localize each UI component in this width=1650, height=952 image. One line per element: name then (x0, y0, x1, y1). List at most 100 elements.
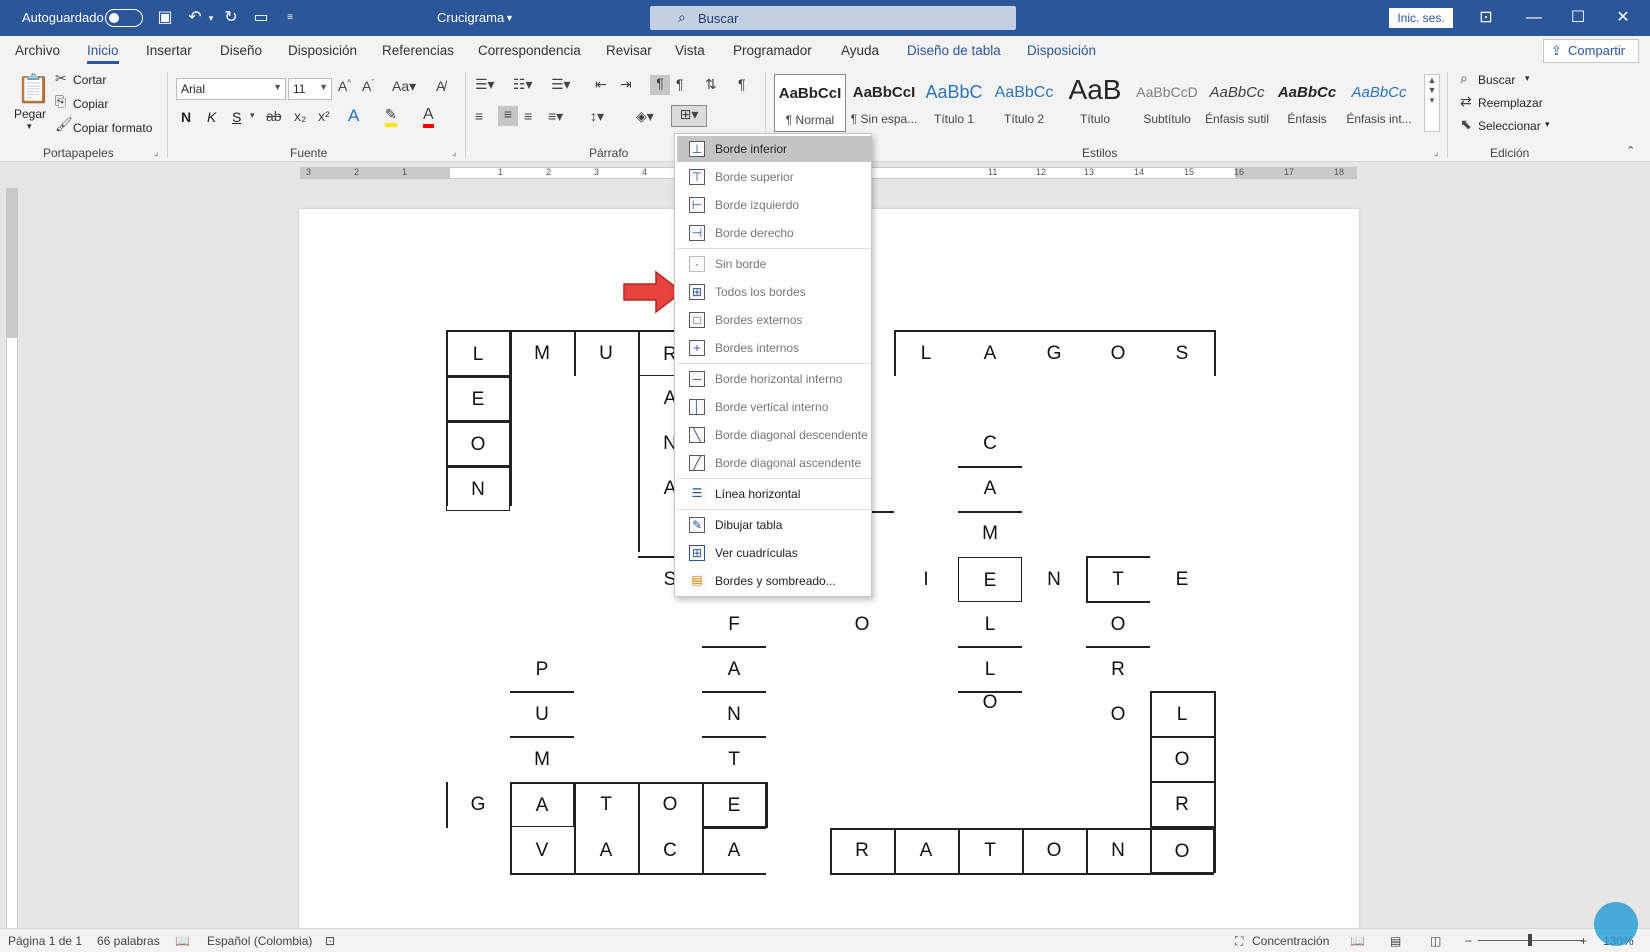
style-subtle-emphasis[interactable]: AaBbCc Énfasis sutil (1201, 74, 1273, 132)
format-painter-icon[interactable]: 🖌 (55, 116, 73, 133)
crossword-cell[interactable]: A (894, 828, 958, 873)
vertical-ruler[interactable] (6, 188, 18, 928)
crossword-cell[interactable]: P (510, 647, 574, 692)
menu-item-top-border[interactable]: ⊤ Borde superior (677, 164, 871, 190)
menu-item-bottom-border[interactable]: ⊥ Borde inferior (677, 136, 871, 162)
font-launcher-icon[interactable]: ⌟ (452, 147, 456, 158)
minimize-icon[interactable]: — (1523, 7, 1545, 29)
crossword-cell[interactable]: O (446, 421, 510, 466)
crossword-cell[interactable]: T (958, 828, 1022, 873)
crossword-cell[interactable]: M (510, 331, 574, 376)
text-effects-icon[interactable]: A (348, 106, 359, 126)
crossword-cell[interactable]: A (702, 647, 766, 692)
customize-qat-icon[interactable]: ≡ (279, 7, 301, 29)
tab-referencias[interactable]: Referencias (382, 43, 454, 58)
autosave-toggle[interactable] (105, 9, 143, 27)
ltr-icon[interactable]: ¶ (650, 75, 670, 95)
crossword-cell[interactable]: O (1150, 737, 1214, 782)
bold-button[interactable]: N (181, 109, 191, 125)
menu-item-inside-horizontal[interactable]: ─ Borde horizontal interno (677, 366, 871, 392)
crossword-cell[interactable]: O (1022, 828, 1086, 873)
menu-item-diagonal-up[interactable]: ╱ Borde diagonal ascendente (677, 450, 871, 476)
line-spacing-icon[interactable]: ↕▾ (590, 108, 604, 125)
maximize-icon[interactable]: ☐ (1567, 7, 1589, 29)
tab-revisar[interactable]: Revisar (606, 43, 652, 58)
ribbon-display-icon[interactable]: ⊡ (1475, 7, 1497, 29)
replace-button[interactable]: Reemplazar (1478, 96, 1543, 110)
sort-icon[interactable]: ⇅ (705, 76, 717, 93)
focus-icon[interactable]: ⛶ (1235, 934, 1243, 949)
crossword-cell[interactable]: I (894, 557, 958, 602)
tab-ayuda[interactable]: Ayuda (841, 43, 879, 58)
crossword-cell[interactable]: M (510, 737, 574, 782)
copy-icon[interactable]: ⎘ (55, 93, 66, 110)
strikethrough-icon[interactable]: ab (266, 108, 282, 124)
crossword-cell[interactable]: S (1150, 331, 1214, 376)
share-button[interactable]: ⇪ Compartir (1543, 39, 1639, 63)
page-count[interactable]: Página 1 de 1 (8, 934, 82, 948)
crossword-cell[interactable]: A (574, 828, 638, 873)
cut-icon[interactable]: ✂ (55, 70, 67, 87)
style-heading1[interactable]: AaBbC Título 1 (918, 74, 990, 132)
crossword-cell[interactable]: A (958, 331, 1022, 376)
font-name-field[interactable]: Arial ▼ (176, 78, 286, 100)
tab-disposicion-tabla[interactable]: Disposición (1027, 43, 1096, 58)
increase-indent-icon[interactable]: ⇥ (620, 76, 632, 93)
save-icon[interactable]: ▣ (154, 7, 176, 29)
menu-item-inside-borders[interactable]: + Bordes internos (677, 335, 871, 361)
copy-button[interactable]: Copiar (73, 97, 108, 111)
crossword-cell[interactable]: N (446, 466, 510, 511)
underline-dropdown-icon[interactable]: ▾ (250, 110, 255, 121)
show-marks-icon[interactable]: ¶ (738, 76, 746, 92)
search-box[interactable]: ⌕ Buscar (650, 6, 1016, 30)
crossword-cell[interactable]: T (574, 782, 638, 827)
replace-icon[interactable]: ⇄ (1460, 93, 1472, 110)
paste-dropdown-icon[interactable]: ▾ (27, 121, 32, 132)
focus-button[interactable]: Concentración (1252, 934, 1329, 948)
crossword-cell[interactable]: A (510, 782, 574, 827)
clear-formatting-icon[interactable]: A̸ (436, 78, 445, 94)
crossword-cell[interactable]: A (702, 828, 766, 873)
print-layout-icon[interactable]: ▤ (1390, 934, 1401, 948)
style-title[interactable]: AaB Título (1059, 74, 1131, 132)
read-mode-icon[interactable]: 📖 (1350, 934, 1365, 948)
paste-label[interactable]: Pegar (14, 107, 46, 121)
menu-item-inside-vertical[interactable]: │ Borde vertical interno (677, 394, 871, 420)
bullets-icon[interactable]: ☰▾ (475, 76, 495, 93)
superscript-icon[interactable]: x² (318, 108, 330, 124)
select-button[interactable]: Seleccionar (1478, 119, 1541, 133)
style-subtitle[interactable]: AaBbCcD Subtítulo (1131, 74, 1203, 132)
crossword-cell[interactable]: U (510, 692, 574, 737)
crossword-cell[interactable]: O (958, 680, 1022, 725)
tab-inicio[interactable]: Inicio (87, 43, 119, 64)
zoom-slider-thumb[interactable] (1528, 934, 1532, 946)
style-normal[interactable]: AaBbCcI ¶ Normal (774, 74, 846, 132)
accessibility-icon[interactable]: ⊡ (325, 934, 335, 948)
styles-launcher-icon[interactable]: ⌟ (1434, 147, 1438, 158)
style-no-spacing[interactable]: AaBbCcI ¶ Sin espa... (848, 74, 920, 132)
zoom-out-icon[interactable]: − (1465, 934, 1472, 948)
menu-item-outside-borders[interactable]: □ Bordes externos (677, 307, 871, 333)
align-center-icon[interactable]: ≡ (498, 106, 518, 126)
crossword-cell[interactable]: N (1086, 828, 1150, 873)
crossword-cell[interactable]: E (446, 376, 510, 421)
shrink-font-icon[interactable]: Aˇ (362, 78, 374, 94)
crossword-cell[interactable]: U (574, 331, 638, 376)
crossword-cell[interactable]: T (702, 737, 766, 782)
crossword-cell[interactable]: T (1086, 557, 1150, 602)
style-heading2[interactable]: AaBbCc Título 2 (988, 74, 1060, 132)
word-count[interactable]: 66 palabras (97, 934, 160, 948)
clipboard-launcher-icon[interactable]: ⌟ (154, 147, 158, 158)
tab-diseno-tabla[interactable]: Diseño de tabla (907, 43, 1001, 58)
tab-disposicion[interactable]: Disposición (288, 43, 357, 58)
menu-item-diagonal-down[interactable]: ╲ Borde diagonal descendente (677, 422, 871, 448)
crossword-cell[interactable]: N (1022, 557, 1086, 602)
redo-icon[interactable]: ↻ (220, 7, 242, 29)
tab-insertar[interactable]: Insertar (146, 43, 192, 58)
crossword-cell[interactable]: G (1022, 331, 1086, 376)
crossword-cell[interactable]: E (702, 782, 766, 827)
style-intense-emphasis[interactable]: AaBbCc Énfasis int... (1343, 74, 1415, 132)
crossword-cell[interactable]: L (958, 602, 1022, 647)
subscript-icon[interactable]: x₂ (294, 108, 306, 124)
multilevel-list-icon[interactable]: ☰▾ (551, 76, 571, 93)
